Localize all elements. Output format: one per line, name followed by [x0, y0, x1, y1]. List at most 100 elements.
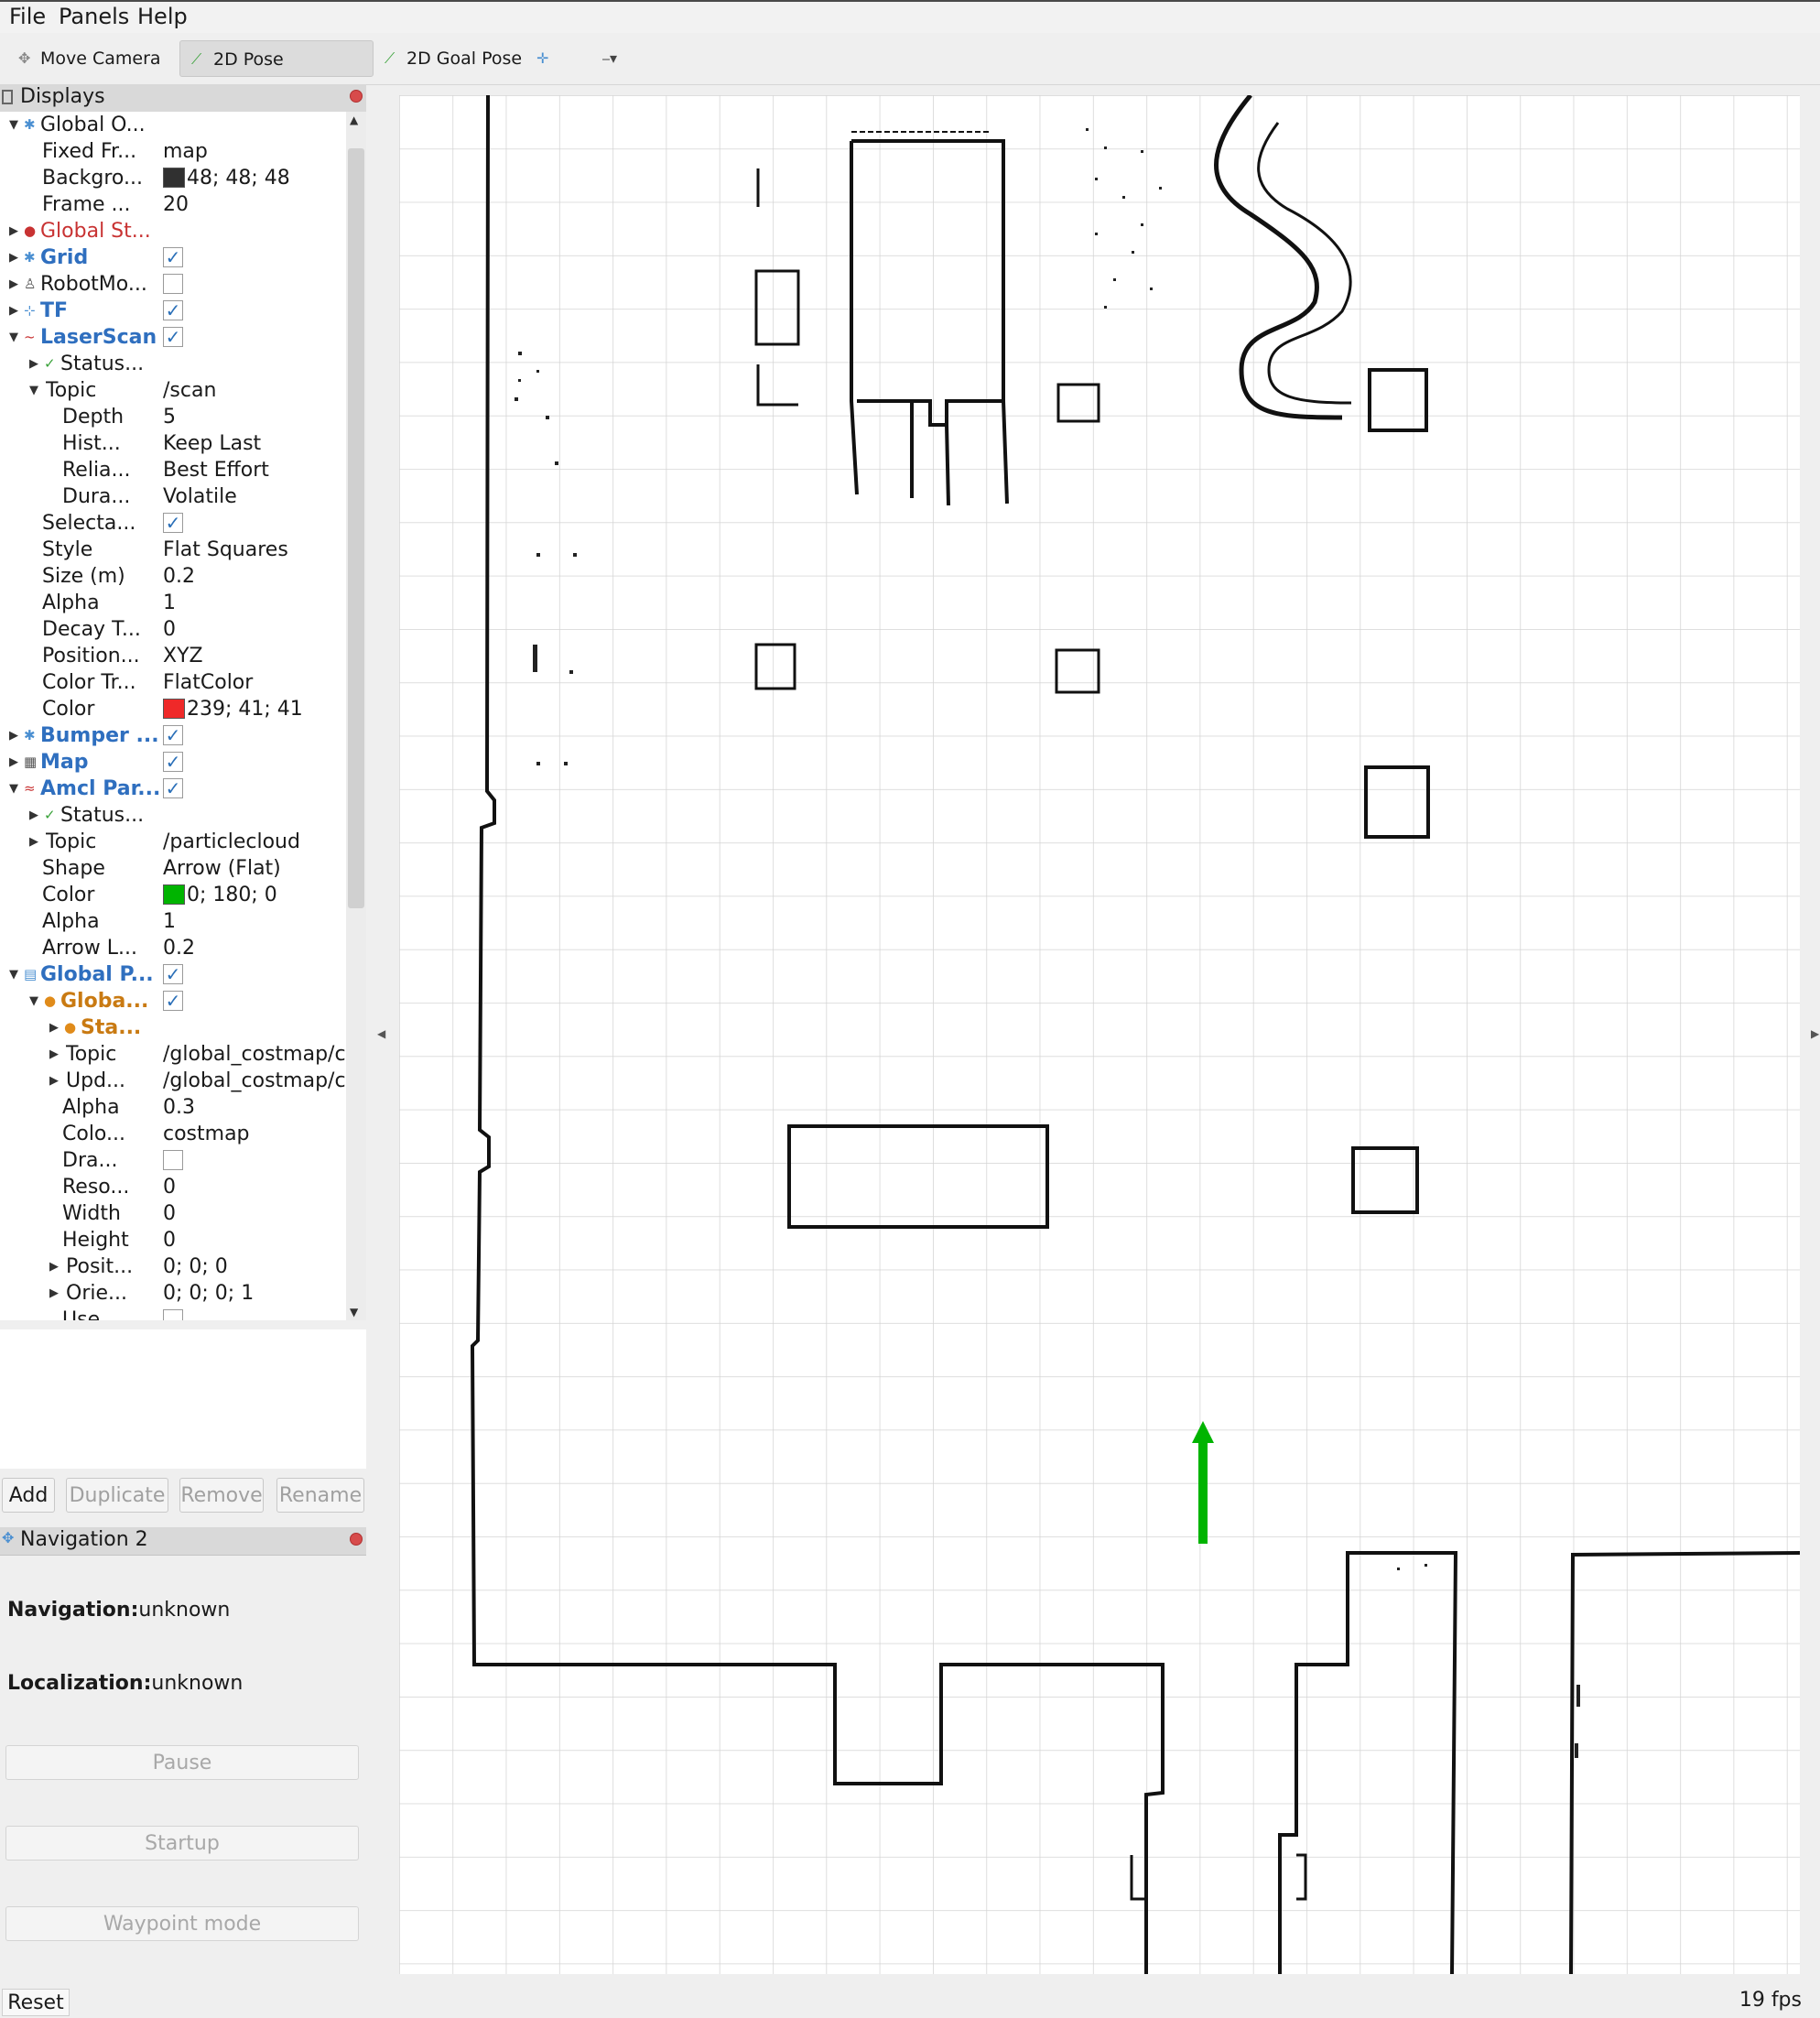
tree-row[interactable]: ▼ ≈ Amcl Par... ✓	[0, 776, 346, 802]
tree-row-value[interactable]: 48; 48; 48	[163, 165, 346, 191]
enabled-checkbox[interactable]	[163, 1309, 183, 1320]
reset-button[interactable]: Reset	[2, 1989, 70, 2016]
add-tool-button[interactable]: ✛	[531, 40, 568, 77]
tree-row[interactable]: Shape Arrow (Flat)	[0, 855, 346, 882]
expand-right-icon[interactable]: ▶	[9, 244, 18, 271]
close-panel-icon[interactable]	[350, 90, 363, 103]
tree-row[interactable]: Reso... 0	[0, 1174, 346, 1200]
tree-row[interactable]: Color 239; 41; 41	[0, 696, 346, 722]
expand-right-icon[interactable]: ▶	[29, 802, 38, 829]
menu-help[interactable]: Help	[137, 4, 188, 29]
tree-row[interactable]: Dura... Volatile	[0, 483, 346, 510]
tree-row[interactable]: ▶ ▦ Map ✓	[0, 749, 346, 776]
map-viewport[interactable]	[399, 95, 1800, 1974]
tree-row[interactable]: Position... XYZ	[0, 643, 346, 669]
tree-row[interactable]: Alpha 1	[0, 908, 346, 935]
tree-row[interactable]: Alpha 0.3	[0, 1094, 346, 1121]
tree-row[interactable]: Depth 5	[0, 404, 346, 430]
tree-row-value[interactable]: 0	[163, 616, 346, 643]
collapse-left-icon[interactable]: ◀	[377, 1027, 385, 1040]
tree-row[interactable]: ▼ ● Globa... ✓	[0, 988, 346, 1014]
tree-row[interactable]: ▶ ♙ RobotMo...	[0, 271, 346, 298]
tree-row-value[interactable]: Best Effort	[163, 457, 346, 483]
tree-row-value[interactable]: 0	[163, 1174, 346, 1200]
tree-row-value[interactable]: /scan	[163, 377, 346, 404]
rename-button[interactable]: Rename	[276, 1478, 364, 1513]
tree-row[interactable]: ▶ ⊹ TF ✓	[0, 298, 346, 324]
tree-row[interactable]: ▼ ~ LaserScan ✓	[0, 324, 346, 351]
tree-row[interactable]: ▶ ✓ Status...	[0, 351, 346, 377]
tree-row[interactable]: Style Flat Squares	[0, 537, 346, 563]
expand-right-icon[interactable]: ▶	[9, 749, 18, 776]
tree-row[interactable]: Height 0	[0, 1227, 346, 1253]
tree-row-value[interactable]: Volatile	[163, 483, 346, 510]
enabled-checkbox[interactable]: ✓	[163, 327, 183, 347]
tree-row[interactable]: ▶ Topic/particlecloud	[0, 829, 346, 855]
color-swatch[interactable]	[163, 884, 185, 905]
remove-button[interactable]: Remove	[179, 1478, 264, 1513]
tree-row-value[interactable]: 239; 41; 41	[163, 696, 346, 722]
tree-row[interactable]: ▼ Topic/scan	[0, 377, 346, 404]
goal-pose-tool[interactable]: ⟋ 2D Goal Pose	[374, 40, 538, 77]
tree-row-value[interactable]: XYZ	[163, 643, 346, 669]
tree-row-value[interactable]: 1	[163, 908, 346, 935]
dock-icon[interactable]	[2, 90, 13, 104]
menu-file[interactable]: File	[9, 4, 46, 29]
enabled-checkbox[interactable]: ✓	[163, 964, 183, 984]
expand-right-icon[interactable]: ▶	[49, 1014, 59, 1041]
scroll-up-icon[interactable]: ▲	[350, 114, 358, 126]
tree-row-value[interactable]: 5	[163, 404, 346, 430]
expand-right-icon[interactable]: ▶	[49, 1253, 59, 1280]
expand-right-icon[interactable]: ▶	[9, 298, 18, 324]
enabled-checkbox[interactable]	[163, 274, 183, 294]
tree-row[interactable]: Dra...	[0, 1147, 346, 1174]
tree-row-value[interactable]: map	[163, 138, 346, 165]
tree-row[interactable]: Alpha 1	[0, 590, 346, 616]
tree-row[interactable]: ▶ ✱ Bumper ... ✓	[0, 722, 346, 749]
expand-right-icon[interactable]: ▶	[49, 1280, 59, 1307]
tree-row-value[interactable]: Flat Squares	[163, 537, 346, 563]
enabled-checkbox[interactable]: ✓	[163, 300, 183, 320]
scrollbar-thumb[interactable]	[348, 148, 364, 908]
expand-right-icon[interactable]: ▶	[49, 1041, 59, 1068]
expand-right-icon[interactable]: ▶	[9, 271, 18, 298]
enabled-checkbox[interactable]: ✓	[163, 725, 183, 745]
tree-row[interactable]: Color 0; 180; 0	[0, 882, 346, 908]
close-navigation-panel-icon[interactable]	[350, 1533, 363, 1546]
tree-row[interactable]: ▼ ▤ Global P... ✓	[0, 961, 346, 988]
tree-row[interactable]: ▶ Upd... /global_costmap/c...	[0, 1068, 346, 1094]
tree-row-value[interactable]: /particlecloud	[163, 829, 346, 855]
tree-row-value[interactable]: 0.3	[163, 1094, 346, 1121]
tree-row-value[interactable]: 0.2	[163, 563, 346, 590]
tree-row-value[interactable]: 0; 0; 0	[163, 1253, 346, 1280]
color-swatch[interactable]	[163, 699, 185, 719]
tree-row-value[interactable]: 0	[163, 1200, 346, 1227]
expand-right-icon[interactable]: ▶	[9, 218, 18, 244]
tree-row-value[interactable]: 1	[163, 590, 346, 616]
remove-tool-button[interactable]: ⎯▾	[595, 40, 632, 77]
tree-row[interactable]: ▶ ✱ Grid ✓	[0, 244, 346, 271]
pause-button[interactable]: Pause	[5, 1745, 359, 1780]
tree-row-value[interactable]: 0; 180; 0	[163, 882, 346, 908]
tree-row-value[interactable]: FlatColor	[163, 669, 346, 696]
tree-row[interactable]: Width 0	[0, 1200, 346, 1227]
tree-row[interactable]: ▶ ● Sta...	[0, 1014, 346, 1041]
tree-row-value[interactable]: 0.2	[163, 935, 346, 961]
expand-right-icon[interactable]: ▶	[29, 829, 38, 855]
tree-row[interactable]: Fixed Fr... map	[0, 138, 346, 165]
tree-row[interactable]: Relia... Best Effort	[0, 457, 346, 483]
expand-right-icon[interactable]: ▶	[49, 1068, 59, 1094]
tree-row-value[interactable]: 0; 0; 0; 1	[163, 1280, 346, 1307]
tree-row-value[interactable]: /global_costmap/c...	[163, 1068, 346, 1094]
scroll-down-icon[interactable]: ▼	[350, 1306, 358, 1318]
tree-scrollbar[interactable]: ▲ ▼	[346, 112, 366, 1320]
expand-right-icon[interactable]: ▶	[29, 351, 38, 377]
tree-row-value[interactable]: 20	[163, 191, 346, 218]
enabled-checkbox[interactable]	[163, 1150, 183, 1170]
expand-down-icon[interactable]: ▼	[9, 324, 18, 351]
expand-down-icon[interactable]: ▼	[9, 961, 18, 988]
enabled-checkbox[interactable]: ✓	[163, 247, 183, 267]
tree-row[interactable]: Decay T... 0	[0, 616, 346, 643]
menu-panels[interactable]: Panels	[59, 4, 129, 29]
tree-row[interactable]: Size (m) 0.2	[0, 563, 346, 590]
